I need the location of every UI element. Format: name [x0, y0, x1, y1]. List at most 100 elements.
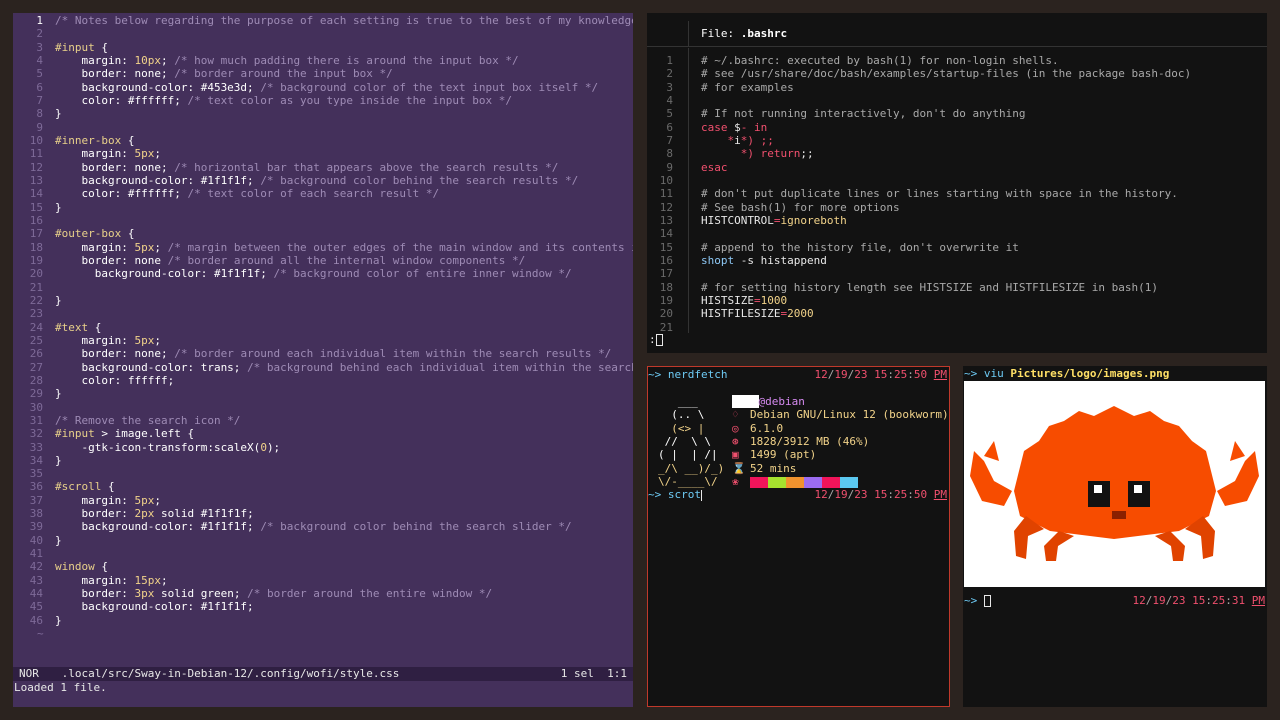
code-token: background-color: #1f1f1f; [55, 600, 254, 614]
code-token: } [55, 107, 62, 121]
line-number: 4 [666, 93, 673, 107]
bat-line: 19 HISTSIZE=1000 [647, 294, 1191, 307]
ascii-art-line: // \ \ [658, 435, 711, 448]
bat-line: 18 # for setting history length see HISTS… [647, 281, 1191, 294]
line-number: 44 [29, 587, 43, 601]
code-line[interactable]: 33 -gtk-icon-transform:scaleX(0); [13, 441, 633, 454]
line-number: 24 [29, 320, 43, 334]
bat-line: 15 # append to the history file, don't ov… [647, 241, 1191, 254]
code-line[interactable]: 17 #outer-box { [13, 227, 633, 240]
editor-code-area[interactable]: 1 /* Notes below regarding the purpose of… [13, 14, 633, 640]
line-number: 45 [29, 600, 43, 614]
code-line[interactable]: 38 border: 2px solid #1f1f1f; [13, 507, 633, 520]
code-line[interactable]: 31 /* Remove the search icon */ [13, 414, 633, 427]
line-number: 5 [666, 107, 673, 121]
line-number: 34 [29, 453, 43, 467]
code-line[interactable]: 32 #input > image.left { [13, 427, 633, 440]
ascii-art-line: _/\ __)/_) [658, 462, 725, 475]
code-token: color: #ffffff; [55, 93, 188, 107]
code-line[interactable]: 24 #text { [13, 321, 633, 334]
code-token: 15px [134, 573, 161, 587]
code-token: 1000 [760, 293, 788, 307]
end-of-buffer-marker: ~ [37, 627, 44, 641]
line-number: 15 [659, 240, 673, 254]
code-token: $ [727, 120, 741, 134]
ascii-art-line: \/-____\/ [658, 475, 718, 488]
pager-prompt[interactable]: : [649, 333, 663, 346]
line-number: 27 [29, 360, 43, 374]
code-line[interactable]: 9 [13, 121, 633, 134]
code-token: margin: [55, 573, 135, 587]
code-token: { [94, 560, 108, 574]
code-line[interactable]: 7 color: #ffffff; /* text color as you t… [13, 94, 633, 107]
terminal-nerdfetch[interactable]: ~> nerdfetch 12/19/23 15:25:50 PM ___ (.… [647, 366, 950, 707]
terminal-viu[interactable]: ~> viu Pictures/logo/images.png ~> 12/19… [963, 366, 1267, 707]
code-line[interactable]: 16 [13, 214, 633, 227]
code-line[interactable]: 43 margin: 15px; [13, 574, 633, 587]
code-line[interactable]: 21 [13, 281, 633, 294]
code-line[interactable]: 12 border: none; /* horizontal bar that … [13, 161, 633, 174]
code-line[interactable]: 1 /* Notes below regarding the purpose of… [13, 14, 633, 27]
code-line[interactable]: 18 margin: 5px; /* margin between the ou… [13, 241, 633, 254]
editor-window[interactable]: 1 /* Notes below regarding the purpose of… [13, 13, 633, 707]
code-token: border: none; [55, 67, 175, 81]
code-line[interactable]: 13 background-color: #1f1f1f; /* backgro… [13, 174, 633, 187]
code-line[interactable]: 8} [13, 107, 633, 120]
code-token: # append to the history file, don't over… [701, 240, 1019, 254]
code-line[interactable]: 39 background-color: #1f1f1f; /* backgro… [13, 520, 633, 533]
code-line[interactable]: 19 border: none /* border around all the… [13, 254, 633, 267]
line-number: 20 [659, 307, 673, 321]
code-line[interactable]: 36 #scroll { [13, 480, 633, 493]
code-line[interactable]: 15} [13, 201, 633, 214]
code-line[interactable]: 26 border: none; /* border around each i… [13, 347, 633, 360]
code-line[interactable]: 6 background-color: #453e3d; /* backgrou… [13, 81, 633, 94]
code-token: } [55, 613, 62, 627]
code-line[interactable]: 3 #input { [13, 41, 633, 54]
line-number: 1 [666, 54, 673, 67]
code-line[interactable]: 22} [13, 294, 633, 307]
bat-viewer-window[interactable]: File: .bashrc 1 # ~/.bashrc: executed by … [647, 13, 1267, 353]
code-line[interactable]: 23 [13, 307, 633, 320]
code-line[interactable]: 45 background-color: #1f1f1f; [13, 600, 633, 613]
code-token: { [88, 320, 102, 334]
code-token: 3px [134, 587, 155, 601]
code-line[interactable]: 27 background-color: trans; /* backgroun… [13, 361, 633, 374]
code-line[interactable]: 35 [13, 467, 633, 480]
code-line[interactable]: 5 border: none; /* border around the inp… [13, 67, 633, 80]
code-line[interactable]: 14 color: #ffffff; /* text color of each… [13, 187, 633, 200]
code-line[interactable]: 42 window { [13, 560, 633, 573]
code-line[interactable]: 20 background-color: #1f1f1f; /* backgro… [13, 267, 633, 280]
code-line[interactable]: 11 margin: 5px; [13, 147, 633, 160]
color-swatch [768, 476, 786, 488]
code-token: /* background color behind the search re… [260, 173, 579, 187]
code-token: /* border around each individual item wi… [174, 347, 612, 361]
code-line[interactable]: 25 margin: 5px; [13, 334, 633, 347]
code-line[interactable]: 10 #inner-box { [13, 134, 633, 147]
code-line[interactable]: 4 margin: 10px; /* how much padding ther… [13, 54, 633, 67]
code-line[interactable]: 30 [13, 401, 633, 414]
bat-line: 2 # see /usr/share/doc/bash/examples/star… [647, 67, 1191, 80]
code-line[interactable]: 46} [13, 614, 633, 627]
code-line[interactable]: 34} [13, 454, 633, 467]
code-token: 2000 [787, 307, 814, 321]
code-line[interactable]: 37 margin: 5px; [13, 494, 633, 507]
code-line[interactable]: 29} [13, 387, 633, 400]
code-token: 2px [134, 507, 155, 521]
code-token: ignoreboth [780, 213, 847, 227]
code-token: 5px [134, 240, 155, 254]
rust-crab-image [964, 381, 1265, 587]
code-line[interactable]: 44 border: 3px solid green; /* border ar… [13, 587, 633, 600]
code-line[interactable]: 41 [13, 547, 633, 560]
bat-line: 21 [647, 321, 1191, 334]
code-token: border: [55, 587, 135, 601]
code-token: /* text color of each search result */ [187, 187, 440, 201]
code-line[interactable]: 28 color: ffffff; [13, 374, 633, 387]
editor-selection-count: 1 sel [560, 667, 594, 680]
editor-file-path: .local/src/Sway-in-Debian-12/.config/wof… [61, 667, 400, 680]
line-number: 9 [666, 160, 673, 174]
code-token: } [55, 533, 62, 547]
code-token: background-color: #453e3d; [55, 80, 261, 94]
code-line[interactable]: 40} [13, 534, 633, 547]
code-line[interactable]: 2 [13, 27, 633, 40]
code-token: } [55, 200, 62, 214]
